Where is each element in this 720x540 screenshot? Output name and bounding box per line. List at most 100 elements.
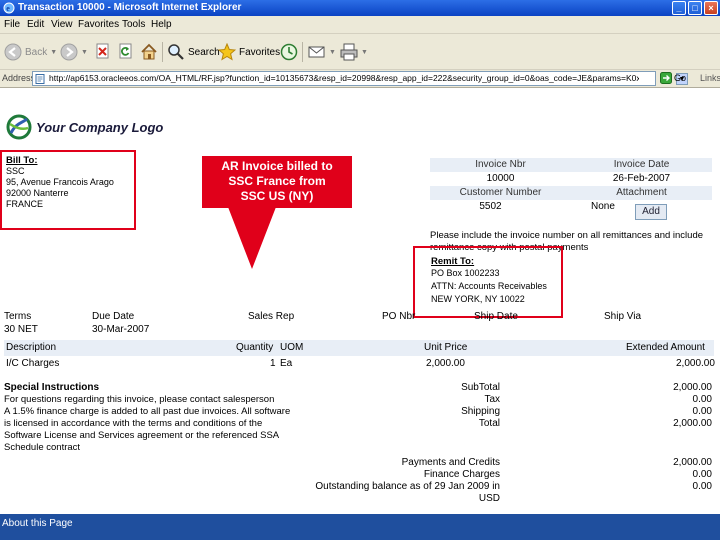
menu-favorites[interactable]: Favorites bbox=[78, 19, 119, 30]
finance-charges-label: Finance Charges bbox=[423, 469, 500, 480]
special-instructions-line: A 1.5% finance charge is added to all pa… bbox=[4, 406, 291, 417]
menu-help[interactable]: Help bbox=[151, 19, 172, 30]
maximize-button[interactable]: □ bbox=[688, 1, 702, 15]
favorites-button[interactable]: Favorites bbox=[218, 40, 280, 64]
terms-header: Terms bbox=[4, 311, 32, 322]
sales-rep-header: Sales Rep bbox=[248, 311, 295, 322]
payments-credits-value: 2,000.00 bbox=[673, 457, 712, 468]
shipping-value: 0.00 bbox=[692, 406, 712, 417]
toolbar-separator bbox=[302, 42, 303, 62]
history-icon bbox=[280, 43, 298, 61]
menu-tools[interactable]: Tools bbox=[122, 19, 145, 30]
ie-logo-icon: e bbox=[3, 2, 15, 14]
menu-edit[interactable]: Edit bbox=[27, 19, 44, 30]
svg-text:e: e bbox=[6, 4, 10, 13]
go-button[interactable]: Go bbox=[660, 72, 686, 84]
ship-via-header: Ship Via bbox=[604, 311, 642, 322]
refresh-icon bbox=[119, 43, 132, 59]
about-page-link[interactable]: About this Page bbox=[2, 518, 73, 529]
special-instructions-line: is licensed in accordance with the terms… bbox=[4, 418, 263, 429]
invoice-nbr-value: 10000 bbox=[486, 173, 515, 184]
search-button[interactable]: Search bbox=[167, 40, 220, 64]
line-extended-amount: 2,000.00 bbox=[676, 358, 715, 369]
line-items-header-row: Description Quantity UOM Unit Price Exte… bbox=[4, 340, 714, 356]
bill-to-line: 95, Avenue Francois Arago bbox=[6, 177, 114, 187]
special-instructions-line: Software License and Services agreement … bbox=[4, 430, 280, 441]
chevron-down-icon: ▼ bbox=[361, 48, 368, 56]
total-row: Shipping 0.00 bbox=[300, 406, 714, 418]
address-input[interactable]: http://ap6153.oracleeos.com/OA_HTML/RF.j… bbox=[32, 71, 688, 86]
history-button[interactable] bbox=[280, 40, 298, 64]
address-bar: Address http://ap6153.oracleeos.com/OA_H… bbox=[0, 70, 720, 88]
line-quantity: 1 bbox=[270, 358, 276, 369]
window-title: Transaction 10000 - Microsoft Internet E… bbox=[18, 2, 242, 13]
page-icon bbox=[35, 74, 45, 84]
bill-to-box: Bill To: SSC 95, Avenue Francois Arago 9… bbox=[0, 150, 136, 230]
links-label[interactable]: Links bbox=[700, 73, 720, 83]
refresh-button[interactable] bbox=[118, 40, 134, 64]
attachment-value: None bbox=[591, 201, 615, 212]
chevron-down-icon: ▼ bbox=[329, 48, 336, 56]
close-button[interactable]: × bbox=[704, 1, 718, 15]
company-logo-icon bbox=[6, 114, 32, 140]
chevron-down-icon: ▼ bbox=[50, 48, 58, 56]
due-date-header: Due Date bbox=[92, 311, 135, 322]
chevron-down-icon: ▼ bbox=[81, 48, 88, 56]
terms-header-row: Terms Due Date Sales Rep PO Nbr Ship Dat… bbox=[4, 311, 714, 324]
home-button[interactable] bbox=[140, 40, 158, 64]
bill-to-line: FRANCE bbox=[6, 199, 44, 209]
back-button[interactable]: Back ▼ bbox=[4, 40, 57, 64]
totals-spacer bbox=[300, 430, 714, 457]
callout-line: SSC US (NY) bbox=[240, 189, 314, 203]
due-date-value: 30-Mar-2007 bbox=[92, 324, 150, 335]
attachment-header: Attachment bbox=[616, 187, 667, 198]
print-button[interactable]: ▼ bbox=[340, 40, 368, 64]
customer-number-value: 5502 bbox=[479, 201, 502, 212]
description-header: Description bbox=[6, 342, 57, 353]
outstanding-balance-label: Outstanding balance as of 29 Jan 2009 in bbox=[315, 481, 500, 492]
search-label: Search bbox=[188, 46, 220, 58]
total-row: USD bbox=[300, 493, 714, 505]
extended-amount-header: Extended Amount bbox=[626, 342, 705, 353]
special-instructions: Special Instructions For questions regar… bbox=[4, 382, 304, 454]
remit-to-box: Remit To: PO Box 1002233 ATTN: Accounts … bbox=[413, 246, 563, 318]
bill-to-line: SSC bbox=[6, 166, 25, 176]
menu-bar: File Edit View Favorites Tools Help bbox=[0, 16, 720, 34]
subtotal-label: SubTotal bbox=[461, 382, 500, 393]
invoice-nbr-header: Invoice Nbr bbox=[475, 159, 526, 170]
annotation-callout: AR Invoice billed to SSC France from SSC… bbox=[202, 156, 352, 208]
invoice-date-header: Invoice Date bbox=[613, 159, 670, 170]
uom-header: UOM bbox=[280, 342, 304, 353]
total-row: Payments and Credits 2,000.00 bbox=[300, 457, 714, 469]
stop-button[interactable] bbox=[95, 40, 111, 64]
remit-to-line: NEW YORK, NY 10022 bbox=[431, 294, 525, 304]
callout-arrow bbox=[228, 207, 276, 269]
callout-line: AR Invoice billed to bbox=[221, 159, 333, 173]
invoice-header-row: Customer Number Attachment bbox=[430, 186, 712, 200]
favorites-label: Favorites bbox=[239, 46, 281, 58]
menu-file[interactable]: File bbox=[4, 19, 20, 30]
add-attachment-button[interactable]: Add bbox=[635, 204, 667, 220]
back-label: Back bbox=[25, 46, 48, 58]
forward-button[interactable]: ▼ bbox=[60, 40, 88, 64]
callout-line: SSC France from bbox=[228, 174, 326, 188]
menu-view[interactable]: View bbox=[51, 19, 73, 30]
shipping-label: Shipping bbox=[461, 406, 500, 417]
home-icon bbox=[141, 43, 157, 60]
po-nbr-header: PO Nbr bbox=[382, 311, 416, 322]
bill-to-line: 92000 Nanterre bbox=[6, 188, 69, 198]
total-label: Total bbox=[478, 418, 500, 429]
browser-toolbar: Back ▼ ▼ Search Favorites ▼ ▼ bbox=[0, 34, 720, 70]
minimize-button[interactable]: _ bbox=[672, 1, 686, 15]
tax-label: Tax bbox=[484, 394, 500, 405]
go-arrow-icon bbox=[660, 72, 672, 84]
go-label: Go bbox=[674, 73, 687, 83]
invoice-header-table: Invoice Nbr Invoice Date 10000 26-Feb-20… bbox=[430, 158, 712, 214]
invoice-header-row: Invoice Nbr Invoice Date bbox=[430, 158, 712, 172]
tax-value: 0.00 bbox=[692, 394, 712, 405]
invoice-date-value: 26-Feb-2007 bbox=[612, 173, 671, 184]
total-row: Finance Charges 0.00 bbox=[300, 469, 714, 481]
mail-button[interactable]: ▼ bbox=[308, 40, 336, 64]
line-unit-price: 2,000.00 bbox=[426, 358, 465, 369]
stop-icon bbox=[96, 43, 109, 59]
